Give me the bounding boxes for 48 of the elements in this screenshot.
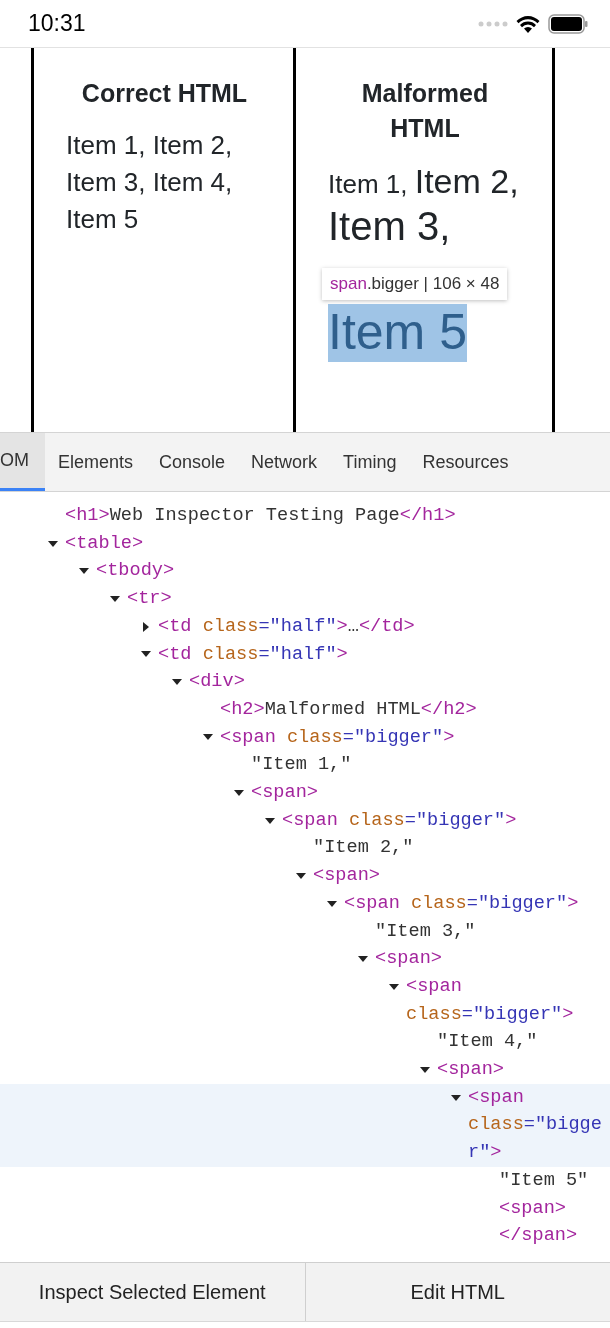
item-text: Item 3,: [66, 167, 146, 197]
dom-node[interactable]: "Item 4,": [437, 1028, 538, 1057]
dom-node[interactable]: <div>: [189, 668, 245, 696]
dom-node[interactable]: <table>: [65, 529, 144, 558]
dom-node[interactable]: <tr>: [127, 585, 172, 613]
dom-node[interactable]: "Item 2,": [313, 834, 414, 863]
tab[interactable]: Console: [146, 433, 239, 491]
dom-node[interactable]: <span>: [437, 1056, 504, 1084]
selected-row[interactable]: <span class="bigge r">: [0, 1083, 610, 1167]
dom-node[interactable]: <span>: [313, 862, 380, 890]
dom-node[interactable]: <h1>Web Inspector Testing Page</h1>: [65, 502, 456, 530]
dom-node[interactable]: <span class="bigger">: [406, 972, 574, 1029]
dom-node[interactable]: <span>: [251, 779, 318, 807]
dom-node[interactable]: <h2>Malformed HTML</h2>: [220, 695, 477, 724]
battery-icon: [548, 13, 588, 34]
item-text: Item 2,: [152, 130, 233, 160]
tab[interactable]: Timing: [330, 433, 410, 491]
item-text: Item 5: [66, 204, 139, 234]
dom-node[interactable]: <span class="bigger">: [344, 889, 579, 918]
tab[interactable]: OM: [0, 433, 45, 491]
status-time: 10:31: [28, 9, 86, 39]
dom-node[interactable]: <tbody>: [96, 557, 175, 586]
tab[interactable]: Elements: [45, 433, 147, 491]
wifi-icon: [516, 14, 540, 33]
signal-icon: [478, 20, 508, 27]
dom-node[interactable]: "Item 5": [499, 1166, 589, 1195]
dom-node[interactable]: <span>: [375, 945, 442, 973]
column-heading: Malformed HTML: [360, 78, 490, 144]
column-heading: Correct HTML: [80, 78, 249, 109]
item-text: Item 2,: [414, 162, 519, 202]
item-text: Item 1,: [66, 130, 146, 160]
dom-node[interactable]: "Item 1,": [251, 751, 352, 780]
action-button[interactable]: Inspect Selected Element: [0, 1263, 305, 1321]
item-text: Item 5: [328, 304, 467, 362]
element-tooltip: span.bigger | 106 × 48: [322, 268, 508, 300]
dom-node[interactable]: <td class="half">…</td>: [158, 612, 415, 641]
dom-node[interactable]: <span class="bigger">: [282, 806, 517, 835]
action-button[interactable]: Edit HTML: [304, 1263, 610, 1321]
item-text: Item 4,: [152, 167, 233, 197]
tab[interactable]: Network: [238, 433, 331, 491]
dom-node[interactable]: <td class="half">: [158, 640, 348, 669]
tab[interactable]: Resources: [409, 433, 522, 491]
item-text: Item 1,: [328, 170, 408, 200]
dom-node[interactable]: <span class="bigger">: [220, 723, 455, 752]
item-text: Item 3,: [328, 203, 451, 249]
dom-node[interactable]: <span class="bigge r">: [468, 1083, 602, 1167]
dom-node[interactable]: "Item 3,": [375, 917, 476, 946]
dom-node[interactable]: <span> </span>: [499, 1194, 578, 1250]
